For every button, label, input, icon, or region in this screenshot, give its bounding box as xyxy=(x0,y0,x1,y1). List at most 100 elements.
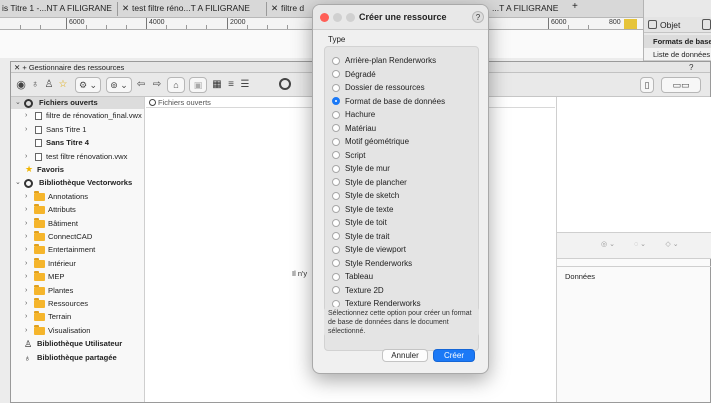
radio-option[interactable]: Motif géométrique xyxy=(330,135,475,148)
gear-icon[interactable]: ⚙ ⌄ xyxy=(75,77,101,93)
folder-icon xyxy=(34,324,45,335)
favorite-icon[interactable]: ☆ xyxy=(57,77,69,93)
tree-item-vectorworks-library[interactable]: ⌄ Bibliothèque Vectorworks xyxy=(11,177,145,189)
radio-button[interactable] xyxy=(332,178,340,186)
user-icon[interactable]: ♙ xyxy=(43,77,55,93)
doc-tab-1[interactable]: is Titre 1 -...NT A FILIGRANE xyxy=(2,3,112,13)
radio-option[interactable]: Style de viewport xyxy=(330,243,475,256)
radio-option[interactable]: Style de trait xyxy=(330,230,475,243)
radio-option[interactable]: Arrière-plan Renderworks xyxy=(330,54,475,67)
create-button[interactable]: Créer xyxy=(433,349,475,362)
tree-item-folder[interactable]: › Ressources xyxy=(11,298,145,310)
radio-option[interactable]: Dossier de ressources xyxy=(330,81,475,94)
tree-item-folder[interactable]: › Annotations xyxy=(11,190,145,203)
render-icon[interactable]: ◎ ⌄ xyxy=(595,240,621,252)
tree-item-file[interactable]: Sans Titre 4 xyxy=(11,137,145,149)
data-tab-icon[interactable] xyxy=(702,19,711,30)
forward-icon[interactable]: ⇨ xyxy=(151,77,163,93)
new-tab-button[interactable]: + xyxy=(572,1,578,12)
radio-button[interactable] xyxy=(332,191,340,200)
radio-button[interactable] xyxy=(332,286,340,294)
palette-line-data-list[interactable]: Liste de données xyxy=(653,50,710,59)
radio-option[interactable]: Texture 2D xyxy=(330,284,475,297)
browser-path: Fichiers ouverts xyxy=(158,98,211,107)
radio-button[interactable] xyxy=(332,245,340,254)
tree-item-folder[interactable]: › Plantes xyxy=(11,284,145,297)
vectorworks-icon[interactable]: ◉ xyxy=(15,77,27,93)
folder-view-icon[interactable]: ▣ xyxy=(189,77,207,93)
home-icon[interactable]: ⌂ xyxy=(167,77,185,93)
user-icon: ♙ xyxy=(24,339,33,350)
lighting-icon[interactable]: ◌ ⌄ xyxy=(627,240,653,252)
tree-item-file[interactable]: › filtre de rénovation_final.vwx xyxy=(11,110,145,122)
radio-button-selected[interactable] xyxy=(332,97,340,105)
radio-button[interactable] xyxy=(332,83,340,92)
radio-button[interactable] xyxy=(332,205,340,213)
tree-item-shared-library[interactable]: ♁ Bibliothèque partagée xyxy=(11,352,145,364)
network-icon[interactable]: ♁ xyxy=(29,77,41,93)
radio-option-selected[interactable]: Format de base de données xyxy=(330,95,475,108)
radio-button[interactable] xyxy=(332,110,340,119)
tree-item-folder[interactable]: › MEP xyxy=(11,271,145,283)
radio-button[interactable] xyxy=(332,232,340,240)
minimize-window-button[interactable] xyxy=(333,13,342,22)
close-add-icons[interactable]: ✕ + xyxy=(14,63,27,72)
radio-option[interactable]: Style de toit xyxy=(330,216,475,229)
tree-item-folder[interactable]: › Intérieur xyxy=(11,257,145,270)
zoom-window-button[interactable] xyxy=(346,13,355,22)
help-icon[interactable]: ? xyxy=(689,63,693,72)
tree-item-folder[interactable]: › Entertainment xyxy=(11,244,145,256)
radio-option[interactable]: Tableau xyxy=(330,270,475,283)
close-icon[interactable]: ✕ xyxy=(271,3,278,14)
tree-item-folder[interactable]: › Attributs xyxy=(11,204,145,216)
radio-option[interactable]: Matériau xyxy=(330,122,475,135)
radio-button[interactable] xyxy=(332,70,340,78)
radio-button[interactable] xyxy=(332,56,340,65)
help-button[interactable]: ? xyxy=(472,11,484,23)
radio-button[interactable] xyxy=(332,164,340,173)
option-description: Sélectionnez cette option pour créer un … xyxy=(324,307,479,337)
tree-item-folder[interactable]: › Bâtiment xyxy=(11,217,145,230)
radio-option[interactable]: Hachure xyxy=(330,108,475,121)
radio-option[interactable]: Style de sketch xyxy=(330,189,475,202)
grid-view-icon[interactable]: ▦ xyxy=(211,77,223,93)
radio-option[interactable]: Style Renderworks xyxy=(330,257,475,270)
radio-button[interactable] xyxy=(332,272,340,281)
tree-item-favorites[interactable]: ★ Favoris xyxy=(11,164,145,176)
tree-item-file[interactable]: › test filtre rénovation.vwx xyxy=(11,151,145,163)
radio-option[interactable]: Script xyxy=(330,149,475,162)
tree-item-open-files[interactable]: ⌄ Fichiers ouverts xyxy=(11,97,145,109)
tab-object[interactable]: Objet xyxy=(660,20,680,30)
tree-item-user-library[interactable]: ♙ Bibliothèque Utilisateur xyxy=(11,338,145,350)
radio-option[interactable]: Style de texte xyxy=(330,203,475,216)
radio-button[interactable] xyxy=(332,137,340,146)
doc-tab-3[interactable]: filtre d xyxy=(281,3,304,13)
close-icon[interactable]: ✕ xyxy=(122,3,129,14)
search-icon[interactable] xyxy=(279,78,291,90)
back-icon[interactable]: ⇦ xyxy=(135,77,147,93)
tree-item-file[interactable]: › Sans Titre 1 xyxy=(11,124,145,136)
view-icon[interactable]: ◇ ⌄ xyxy=(659,240,685,252)
radio-option[interactable]: Style de plancher xyxy=(330,176,475,189)
radio-option[interactable]: Style de mur xyxy=(330,162,475,175)
palette-line-formats[interactable]: Formats de base xyxy=(653,37,711,46)
doc-tab-2[interactable]: test filtre réno...T A FILIGRANE xyxy=(132,3,250,13)
doc-tab-4[interactable]: ...T A FILIGRANE xyxy=(492,3,558,13)
panel-toggle-icon[interactable]: ▯ xyxy=(640,77,654,93)
close-window-button[interactable] xyxy=(320,13,329,22)
radio-button[interactable] xyxy=(332,259,340,267)
tree-item-folder[interactable]: › ConnectCAD xyxy=(11,231,145,243)
folder-icon xyxy=(34,244,45,255)
filter-icon[interactable]: ⊚ ⌄ xyxy=(106,77,132,93)
detail-view-icon[interactable]: ☰ xyxy=(239,77,251,93)
tree-item-folder[interactable]: › Terrain xyxy=(11,311,145,323)
star-icon: ★ xyxy=(25,164,34,174)
radio-button[interactable] xyxy=(332,218,340,227)
radio-button[interactable] xyxy=(332,151,340,159)
tree-item-folder[interactable]: › Visualisation xyxy=(11,324,145,337)
layout-toggle-icon[interactable]: ▭▭ xyxy=(661,77,701,93)
radio-option[interactable]: Dégradé xyxy=(330,68,475,81)
list-view-icon[interactable]: ≡ xyxy=(225,77,237,93)
cancel-button[interactable]: Annuler xyxy=(382,349,428,362)
radio-button[interactable] xyxy=(332,124,340,132)
